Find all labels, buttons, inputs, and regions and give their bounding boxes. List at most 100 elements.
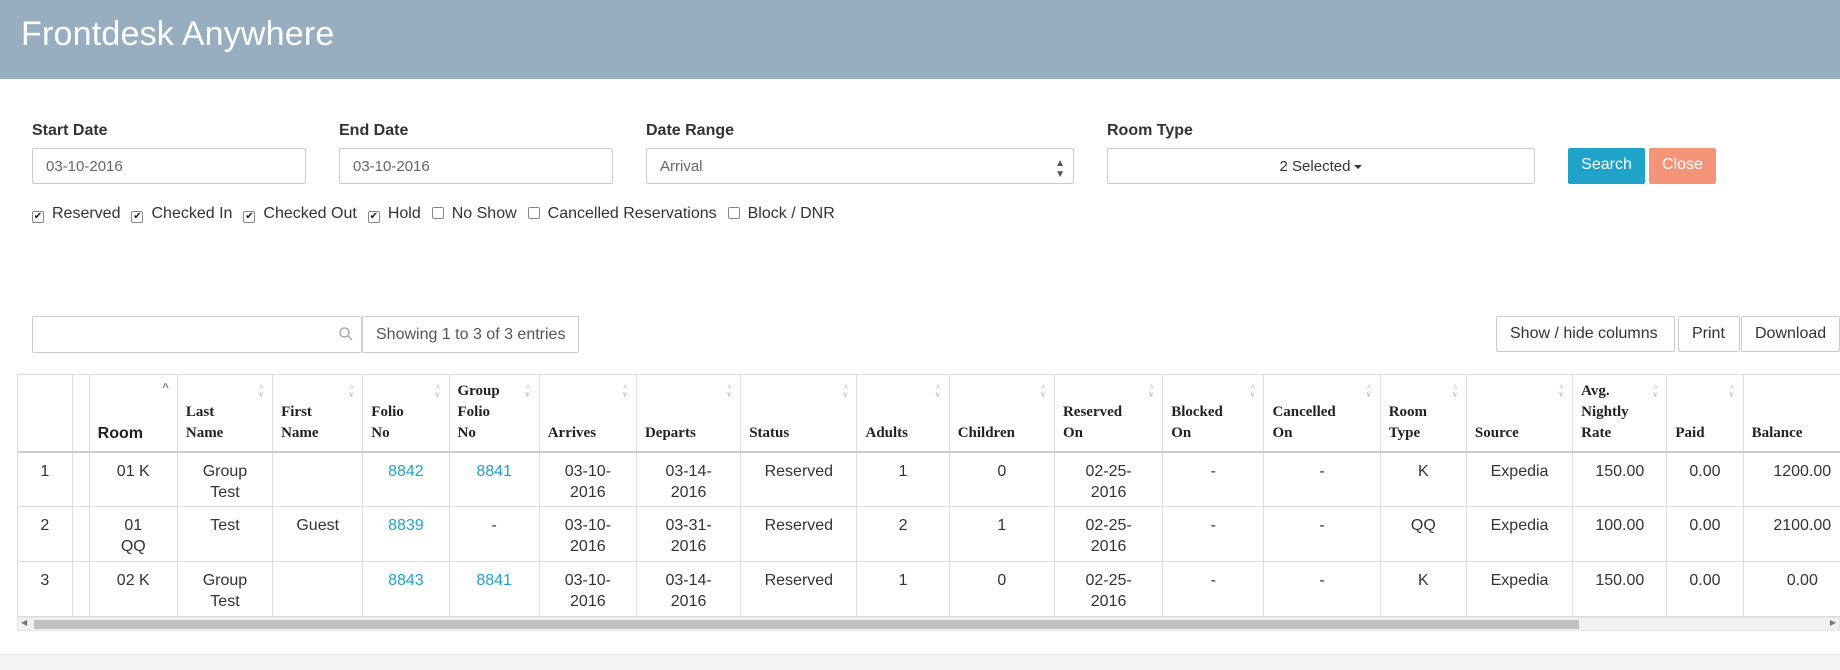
- app-title: Frontdesk Anywhere: [21, 15, 335, 53]
- print-button[interactable]: Print: [1678, 316, 1740, 352]
- checkbox-checked-in[interactable]: ✔ Checked In: [131, 205, 232, 223]
- sort-icon[interactable]: ^ v: [843, 384, 848, 399]
- checkbox-unchecked-icon[interactable]: [431, 207, 444, 219]
- column-header[interactable]: Group Folio No ^ v: [449, 374, 540, 453]
- sort-icon[interactable]: ^ v: [623, 384, 628, 399]
- sort-icon[interactable]: ^ v: [1149, 384, 1154, 399]
- sort-icon[interactable]: ^ v: [525, 384, 530, 399]
- scroll-left-icon[interactable]: ◀: [21, 618, 27, 627]
- table-row[interactable]: 2 01 QQ Test Guest 8839-03-10- 2016 03-31- 2016 R…: [18, 506, 1840, 562]
- table-row[interactable]: 1 01 K Group Test 8842 8841 03-10- 2016 03-14- 20…: [18, 451, 1840, 507]
- column-header[interactable]: Source ^ v: [1466, 374, 1574, 453]
- app-header: Frontdesk Anywhere: [0, 0, 1840, 79]
- sort-icon[interactable]: ^ v: [259, 384, 264, 399]
- table-cell: Reserved: [740, 506, 858, 562]
- show-hide-columns-button[interactable]: Show / hide columns: [1496, 316, 1675, 352]
- checkbox-checked-out[interactable]: ✔ Checked Out: [243, 205, 357, 223]
- table-cell: Expedia: [1466, 561, 1574, 617]
- sort-asc-icon[interactable]: ^: [162, 383, 168, 394]
- column-header[interactable]: First Name ^ v: [272, 374, 364, 453]
- table-cell: K: [1380, 561, 1467, 617]
- table-cell: QQ: [1380, 506, 1467, 562]
- start-date-input[interactable]: 03-10-2016: [32, 148, 306, 184]
- checkbox-checked-icon[interactable]: ✔: [243, 211, 256, 223]
- status-checkboxes: ✔ Reserved ✔ Checked In ✔ Checked Out ✔ Hold No …: [32, 205, 846, 223]
- sort-icon[interactable]: ^ v: [727, 384, 732, 399]
- column-header[interactable]: Status ^ v: [740, 374, 858, 453]
- sort-icon[interactable]: ^ v: [1559, 384, 1564, 399]
- table-cell: 1: [856, 451, 950, 507]
- table-cell: 03-14- 2016: [636, 451, 742, 507]
- table-cell: -: [1162, 506, 1265, 562]
- column-header[interactable]: Room Type ^ v: [1380, 374, 1467, 453]
- column-header[interactable]: Last Name ^ v: [177, 374, 274, 453]
- sort-icon[interactable]: ^ v: [1653, 384, 1658, 399]
- folio-link[interactable]: 8842: [362, 451, 450, 507]
- column-header[interactable]: Departs ^ v: [636, 374, 742, 453]
- folio-link[interactable]: 8839: [362, 506, 450, 562]
- column-header[interactable]: Folio No ^ v: [362, 374, 450, 453]
- column-header[interactable]: Arrives ^ v: [539, 374, 637, 453]
- checkbox-unchecked-icon[interactable]: [727, 207, 740, 219]
- download-button[interactable]: Download: [1741, 316, 1840, 352]
- table-cell: Reserved: [740, 451, 858, 507]
- search-button[interactable]: Search: [1568, 148, 1645, 184]
- table-cell: 0: [949, 451, 1055, 507]
- sort-icon[interactable]: ^ v: [1041, 384, 1046, 399]
- sort-icon[interactable]: ^ v: [1366, 384, 1371, 399]
- column-header[interactable]: Adults ^ v: [856, 374, 950, 453]
- column-header[interactable]: Cancelled On ^ v: [1263, 374, 1381, 453]
- checkbox-checked-icon[interactable]: ✔: [367, 211, 380, 223]
- folio-link[interactable]: 8841: [449, 561, 540, 617]
- end-date-input[interactable]: 03-10-2016: [339, 148, 613, 184]
- checkbox-label: Block / DNR: [747, 205, 835, 222]
- table-row[interactable]: 3 02 K Group Test 8843 8841 03-10- 2016 03-14- 20…: [18, 561, 1840, 617]
- reservations-table: Room ^ Last Name ^ v First Name ^ v Folio No ^ v Group…: [18, 374, 1840, 617]
- sort-icon[interactable]: ^ v: [935, 384, 940, 399]
- column-header[interactable]: Blocked On ^ v: [1162, 374, 1265, 453]
- sort-icon[interactable]: ^ v: [349, 384, 354, 399]
- table-cell: Reserved: [740, 561, 858, 617]
- checkbox-reserved[interactable]: ✔ Reserved: [32, 205, 120, 223]
- sort-icon[interactable]: ^ v: [1250, 384, 1255, 399]
- table-cell: 0: [949, 561, 1055, 617]
- checkbox-checked-icon[interactable]: ✔: [131, 211, 144, 223]
- checkbox-hold[interactable]: ✔ Hold: [367, 205, 421, 223]
- table-cell: 01 QQ: [89, 506, 178, 562]
- column-header[interactable]: Avg. Nightly Rate ^ v: [1572, 374, 1668, 453]
- table-search-input[interactable]: [32, 316, 362, 353]
- sort-icon[interactable]: ^ v: [435, 384, 440, 399]
- checkbox-block-dnr[interactable]: Block / DNR: [727, 205, 835, 223]
- table-cell: 2100.00: [1743, 506, 1840, 562]
- checkbox-unchecked-icon[interactable]: [527, 207, 540, 219]
- column-header[interactable]: Paid ^ v: [1666, 374, 1744, 453]
- column-header[interactable]: Balance^v: [1743, 374, 1840, 453]
- horizontal-scrollbar[interactable]: ◀ ▶: [17, 617, 1840, 631]
- table-cell: 0.00: [1666, 561, 1744, 617]
- checkbox-checked-icon[interactable]: ✔: [32, 211, 44, 223]
- column-header[interactable]: Children ^ v: [949, 374, 1055, 453]
- column-header[interactable]: Reserved On ^ v: [1054, 374, 1164, 453]
- table-cell: 100.00: [1572, 506, 1668, 562]
- caret-down-icon: [1354, 165, 1363, 170]
- table-cell: Test: [177, 506, 274, 562]
- sort-icon[interactable]: ^ v: [1453, 384, 1458, 399]
- column-header[interactable]: Room ^: [89, 374, 178, 453]
- scrollbar-thumb[interactable]: [34, 620, 1579, 629]
- table-body: 1 01 K Group Test 8842 8841 03-10- 2016 03-14- 20…: [18, 451, 1840, 617]
- checkbox-cancelled-reservations[interactable]: Cancelled Reservations: [527, 205, 717, 223]
- close-button[interactable]: Close: [1649, 148, 1716, 184]
- checkbox-no-show[interactable]: No Show: [431, 205, 517, 223]
- scroll-right-icon[interactable]: ▶: [1830, 618, 1836, 627]
- table-cell: 03-10- 2016: [539, 561, 637, 617]
- sort-icon[interactable]: ^ v: [1729, 384, 1734, 399]
- checkbox-label: Checked Out: [263, 205, 357, 222]
- room-type-dropdown[interactable]: 2 Selected: [1107, 148, 1535, 184]
- date-range-select[interactable]: Arrival ▲ ▼: [646, 148, 1074, 184]
- folio-link[interactable]: 8843: [362, 561, 450, 617]
- table-cell: -: [1263, 561, 1381, 617]
- select-arrow-icon: ▲ ▼: [1055, 158, 1065, 180]
- table-cell: 03-31- 2016: [636, 506, 742, 562]
- table-cell: 150.00: [1572, 561, 1668, 617]
- folio-link[interactable]: 8841: [449, 451, 540, 507]
